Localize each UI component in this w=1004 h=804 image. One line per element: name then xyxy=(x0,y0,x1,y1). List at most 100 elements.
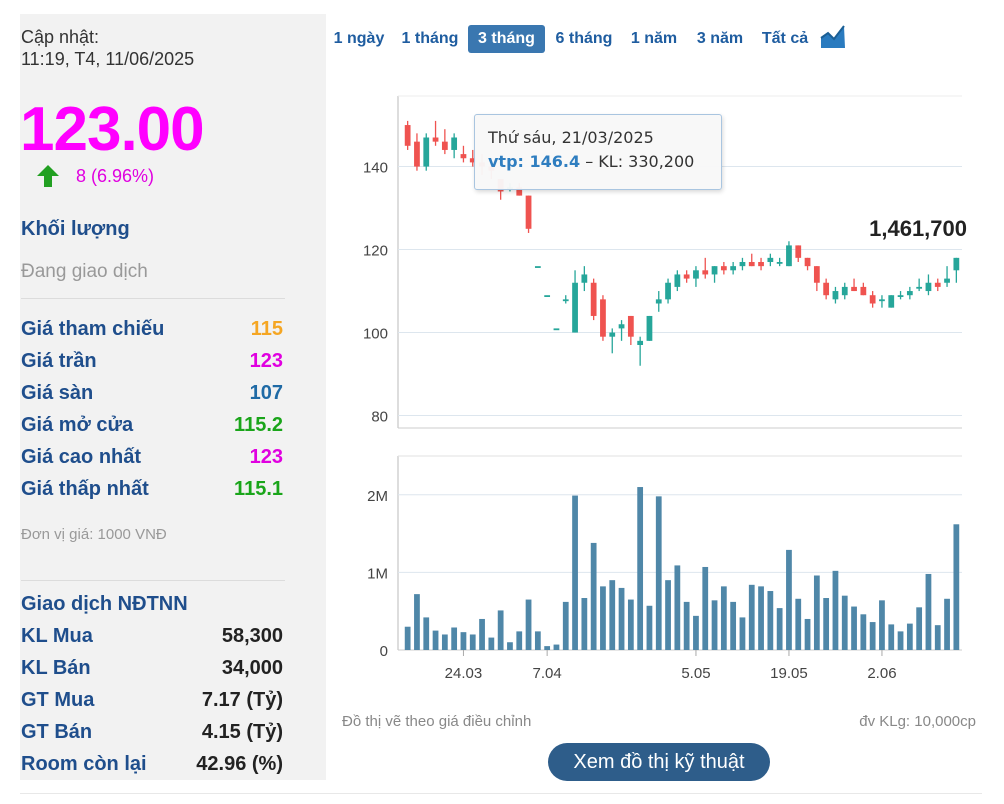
tooltip-values: vtp: 146.4 – KL: 330,200 xyxy=(488,152,694,171)
candle-body xyxy=(674,274,681,287)
volume-bar xyxy=(609,580,616,650)
candle-body xyxy=(888,295,895,308)
candle-body xyxy=(581,274,588,283)
volume-bar xyxy=(953,524,960,650)
volume-bar xyxy=(851,606,857,650)
volume-bar xyxy=(600,586,606,650)
volume-bar xyxy=(693,615,699,650)
volume-bar xyxy=(423,617,430,650)
candle-body xyxy=(944,278,950,283)
candle-body xyxy=(414,141,420,167)
candle-body xyxy=(786,245,792,267)
room-left-value: 42.96 (%) xyxy=(196,753,283,775)
volume-bar xyxy=(860,614,867,650)
candle-body xyxy=(451,137,458,150)
volume-bar xyxy=(804,618,811,650)
volume-bar xyxy=(562,601,569,650)
candle-body xyxy=(739,262,746,267)
candle-body xyxy=(562,299,569,302)
volume-bar xyxy=(674,565,681,650)
volume-bar xyxy=(934,625,941,650)
candle-body xyxy=(702,270,709,275)
volume-bar xyxy=(414,594,420,650)
volume-tick-label: 2M xyxy=(367,488,388,505)
candle-body xyxy=(748,262,755,267)
candle-body xyxy=(869,295,876,304)
volume-bar xyxy=(944,598,950,650)
volume-bar xyxy=(525,599,532,650)
volume-bar xyxy=(665,580,671,650)
volume-unit-note: đv KLg: 10,000cp xyxy=(859,713,976,730)
candle-body xyxy=(925,282,932,292)
tooltip-price: 146.4 xyxy=(529,152,581,171)
volume-bar xyxy=(488,637,495,650)
candle-body xyxy=(646,315,653,341)
chart-tooltip: Thứ sáu, 21/03/2025 vtp: 146.4 – KL: 330… xyxy=(474,114,722,190)
candle-body xyxy=(423,137,430,167)
candle-body xyxy=(767,257,774,262)
volume-bar xyxy=(618,587,625,650)
room-left-row: Room còn lại 42.96 (%) xyxy=(21,753,283,783)
candle-body xyxy=(544,295,551,297)
x-tick-label: 2.06 xyxy=(867,665,896,682)
price-tick-label: 120 xyxy=(363,243,388,260)
volume-bar xyxy=(534,631,541,650)
volume-bar xyxy=(767,591,774,650)
bottom-divider xyxy=(20,793,982,794)
foreign-sell-value-value: 4.15 (Tỷ) xyxy=(201,721,283,743)
candle-body xyxy=(627,315,634,337)
volume-bar xyxy=(553,644,560,650)
candle-body xyxy=(795,245,802,258)
volume-bar xyxy=(581,598,588,650)
volume-bar xyxy=(702,566,709,650)
volume-bar xyxy=(813,575,820,650)
volume-bar xyxy=(739,617,746,650)
volume-bar xyxy=(646,605,653,650)
candle-body xyxy=(572,282,578,333)
volume-bar xyxy=(916,607,923,650)
candle-body xyxy=(432,137,439,142)
candle-body xyxy=(711,266,718,275)
volume-tick-label: 0 xyxy=(380,643,388,660)
price-tick-label: 140 xyxy=(363,160,388,177)
volume-bar xyxy=(832,570,839,650)
foreign-sell-value-label: GT Bán xyxy=(21,721,93,743)
volume-bar xyxy=(823,598,830,650)
candle-body xyxy=(609,332,616,337)
volume-bar xyxy=(758,586,764,650)
candle-body xyxy=(683,274,690,279)
candle-body xyxy=(553,328,560,331)
volume-bar xyxy=(897,631,904,650)
volume-bar xyxy=(432,630,439,650)
candle-body xyxy=(879,299,885,302)
volume-bar xyxy=(655,496,662,650)
volume-bar xyxy=(469,634,476,650)
tooltip-date: Thứ sáu, 21/03/2025 xyxy=(488,128,654,147)
candle-body xyxy=(665,282,671,300)
volume-bar xyxy=(879,600,885,650)
volume-bar xyxy=(637,487,644,650)
candle-body xyxy=(916,286,923,289)
volume-bar xyxy=(720,586,727,650)
volume-bar xyxy=(479,618,485,650)
volume-bar xyxy=(841,595,848,650)
chart-footnote: Đồ thị vẽ theo giá điều chỉnh xyxy=(342,713,532,730)
tooltip-volume: – KL: 330,200 xyxy=(580,152,695,171)
volume-bar xyxy=(627,599,634,650)
x-tick-label: 19.05 xyxy=(770,665,808,682)
foreign-sell-value-row: GT Bán 4.15 (Tỷ) xyxy=(21,721,283,751)
stock-chart: 80 100 120 140 0 1M 2M 24.03 7.04 5.05 19.05 2.06 xyxy=(363,95,962,682)
candle-body xyxy=(618,324,625,329)
volume-bar xyxy=(776,608,783,650)
volume-bar xyxy=(572,495,578,650)
volume-bar xyxy=(590,542,597,650)
candle-body xyxy=(758,262,764,267)
technical-chart-button[interactable]: Xem đồ thị kỹ thuật xyxy=(548,743,770,781)
volume-bar xyxy=(786,549,792,650)
volume-bar xyxy=(516,631,523,650)
candle-body xyxy=(953,257,960,271)
volume-bar xyxy=(869,622,876,650)
volume-bar xyxy=(888,624,895,650)
x-tick-label: 24.03 xyxy=(445,665,483,682)
volume-bar xyxy=(507,642,513,650)
